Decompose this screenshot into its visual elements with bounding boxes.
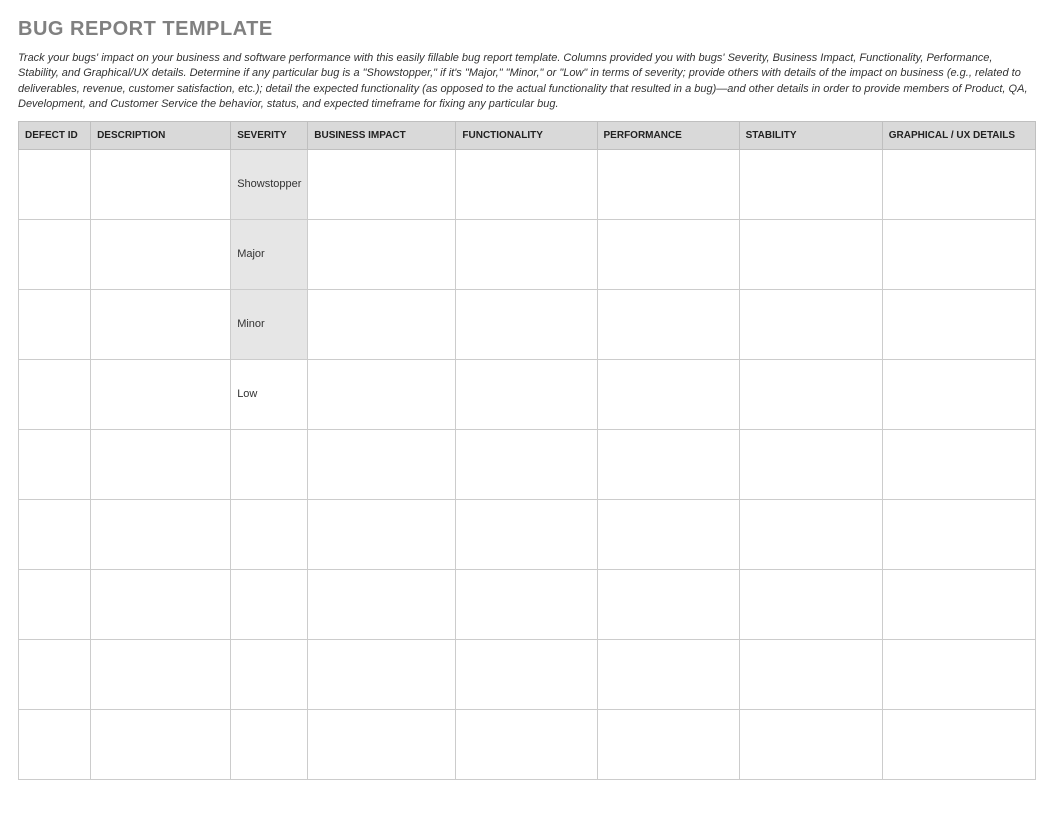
cell-stability[interactable]: [739, 359, 882, 429]
table-header-row: DEFECT ID DESCRIPTION SEVERITY BUSINESS …: [19, 121, 1036, 149]
cell-stability[interactable]: [739, 429, 882, 499]
page-title: BUG REPORT TEMPLATE: [18, 18, 1036, 41]
cell-performance[interactable]: [597, 359, 739, 429]
cell-description[interactable]: [91, 429, 231, 499]
table-row: [19, 569, 1036, 639]
col-header-business-impact: BUSINESS IMPACT: [308, 121, 456, 149]
cell-functionality[interactable]: [456, 289, 597, 359]
cell-defect-id[interactable]: [19, 639, 91, 709]
cell-business-impact[interactable]: [308, 289, 456, 359]
cell-business-impact[interactable]: [308, 499, 456, 569]
table-row: Minor: [19, 289, 1036, 359]
cell-defect-id[interactable]: [19, 289, 91, 359]
col-header-functionality: FUNCTIONALITY: [456, 121, 597, 149]
cell-stability[interactable]: [739, 639, 882, 709]
cell-severity[interactable]: [231, 569, 308, 639]
cell-functionality[interactable]: [456, 429, 597, 499]
cell-stability[interactable]: [739, 569, 882, 639]
cell-graphical-ux[interactable]: [882, 219, 1035, 289]
cell-business-impact[interactable]: [308, 219, 456, 289]
cell-performance[interactable]: [597, 569, 739, 639]
cell-severity[interactable]: [231, 709, 308, 779]
table-row: Major: [19, 219, 1036, 289]
cell-functionality[interactable]: [456, 149, 597, 219]
table-row: [19, 639, 1036, 709]
cell-stability[interactable]: [739, 709, 882, 779]
table-row: [19, 499, 1036, 569]
cell-graphical-ux[interactable]: [882, 499, 1035, 569]
cell-performance[interactable]: [597, 429, 739, 499]
cell-graphical-ux[interactable]: [882, 569, 1035, 639]
cell-stability[interactable]: [739, 289, 882, 359]
cell-performance[interactable]: [597, 149, 739, 219]
cell-business-impact[interactable]: [308, 149, 456, 219]
cell-graphical-ux[interactable]: [882, 149, 1035, 219]
cell-stability[interactable]: [739, 499, 882, 569]
cell-description[interactable]: [91, 359, 231, 429]
cell-description[interactable]: [91, 569, 231, 639]
cell-description[interactable]: [91, 709, 231, 779]
cell-graphical-ux[interactable]: [882, 639, 1035, 709]
cell-performance[interactable]: [597, 639, 739, 709]
bug-report-table: DEFECT ID DESCRIPTION SEVERITY BUSINESS …: [18, 121, 1036, 780]
cell-functionality[interactable]: [456, 569, 597, 639]
cell-business-impact[interactable]: [308, 639, 456, 709]
cell-functionality[interactable]: [456, 499, 597, 569]
cell-severity[interactable]: [231, 499, 308, 569]
cell-defect-id[interactable]: [19, 569, 91, 639]
cell-functionality[interactable]: [456, 709, 597, 779]
cell-graphical-ux[interactable]: [882, 709, 1035, 779]
col-header-graphical-ux: GRAPHICAL / UX DETAILS: [882, 121, 1035, 149]
table-row: Showstopper: [19, 149, 1036, 219]
table-row: Low: [19, 359, 1036, 429]
cell-graphical-ux[interactable]: [882, 429, 1035, 499]
col-header-performance: PERFORMANCE: [597, 121, 739, 149]
cell-defect-id[interactable]: [19, 359, 91, 429]
cell-description[interactable]: [91, 639, 231, 709]
cell-defect-id[interactable]: [19, 149, 91, 219]
cell-functionality[interactable]: [456, 639, 597, 709]
cell-stability[interactable]: [739, 149, 882, 219]
cell-performance[interactable]: [597, 499, 739, 569]
cell-severity[interactable]: Major: [231, 219, 308, 289]
cell-functionality[interactable]: [456, 219, 597, 289]
cell-business-impact[interactable]: [308, 709, 456, 779]
col-header-description: DESCRIPTION: [91, 121, 231, 149]
cell-business-impact[interactable]: [308, 569, 456, 639]
cell-description[interactable]: [91, 219, 231, 289]
table-row: [19, 709, 1036, 779]
cell-graphical-ux[interactable]: [882, 289, 1035, 359]
cell-severity[interactable]: [231, 639, 308, 709]
cell-defect-id[interactable]: [19, 709, 91, 779]
cell-functionality[interactable]: [456, 359, 597, 429]
cell-business-impact[interactable]: [308, 359, 456, 429]
cell-defect-id[interactable]: [19, 429, 91, 499]
col-header-defect-id: DEFECT ID: [19, 121, 91, 149]
cell-severity[interactable]: Showstopper: [231, 149, 308, 219]
cell-severity[interactable]: Low: [231, 359, 308, 429]
cell-description[interactable]: [91, 499, 231, 569]
cell-description[interactable]: [91, 289, 231, 359]
template-description: Track your bugs' impact on your business…: [18, 51, 1036, 113]
cell-description[interactable]: [91, 149, 231, 219]
table-row: [19, 429, 1036, 499]
col-header-stability: STABILITY: [739, 121, 882, 149]
cell-performance[interactable]: [597, 709, 739, 779]
cell-performance[interactable]: [597, 219, 739, 289]
cell-stability[interactable]: [739, 219, 882, 289]
col-header-severity: SEVERITY: [231, 121, 308, 149]
cell-defect-id[interactable]: [19, 219, 91, 289]
cell-severity[interactable]: [231, 429, 308, 499]
cell-severity[interactable]: Minor: [231, 289, 308, 359]
cell-business-impact[interactable]: [308, 429, 456, 499]
cell-defect-id[interactable]: [19, 499, 91, 569]
cell-graphical-ux[interactable]: [882, 359, 1035, 429]
cell-performance[interactable]: [597, 289, 739, 359]
